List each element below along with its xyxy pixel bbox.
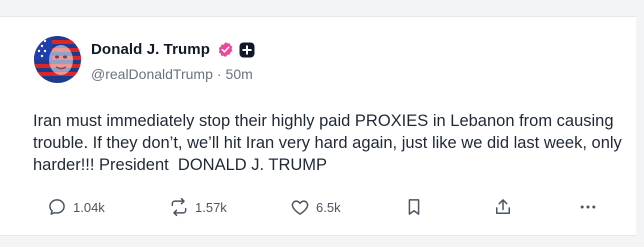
avatar[interactable] <box>34 36 81 83</box>
author-row: Donald J. Trump <box>91 41 255 58</box>
more-options-button[interactable] <box>578 197 598 217</box>
like-count: 6.5k <box>316 199 341 215</box>
like-button[interactable]: 6.5k <box>290 197 341 217</box>
reply-button[interactable]: 1.04k <box>47 197 105 217</box>
post-text: Iran must immediately stop their highly … <box>33 112 627 174</box>
verified-badge-icon <box>218 42 233 57</box>
share-upload-icon <box>496 199 510 214</box>
post-card[interactable]: Donald J. Trump @realDonaldTrump · 50m Ira… <box>0 16 636 236</box>
author-name[interactable]: Donald J. Trump <box>91 41 210 58</box>
retruth-button[interactable]: 1.57k <box>169 197 227 217</box>
comment-bubble-icon <box>49 199 65 215</box>
repost-arrows-icon <box>171 197 187 217</box>
author-handle[interactable]: @realDonaldTrump <box>91 66 213 82</box>
share-button[interactable] <box>493 197 513 217</box>
separator-dot: · <box>216 66 222 82</box>
avatar-flag-portrait-image <box>34 36 81 83</box>
bookmark-icon <box>408 199 420 215</box>
post-timestamp[interactable]: 50m <box>226 66 253 82</box>
handle-row: @realDonaldTrump · 50m <box>91 66 253 82</box>
bookmark-button[interactable] <box>404 197 424 217</box>
retruth-count: 1.57k <box>195 199 227 215</box>
reply-count: 1.04k <box>73 199 105 215</box>
heart-icon <box>291 200 309 215</box>
plus-square-icon[interactable] <box>239 42 255 58</box>
more-horizontal-icon <box>580 205 596 209</box>
action-bar: 1.04k 1.57k 6.5k <box>0 197 636 217</box>
